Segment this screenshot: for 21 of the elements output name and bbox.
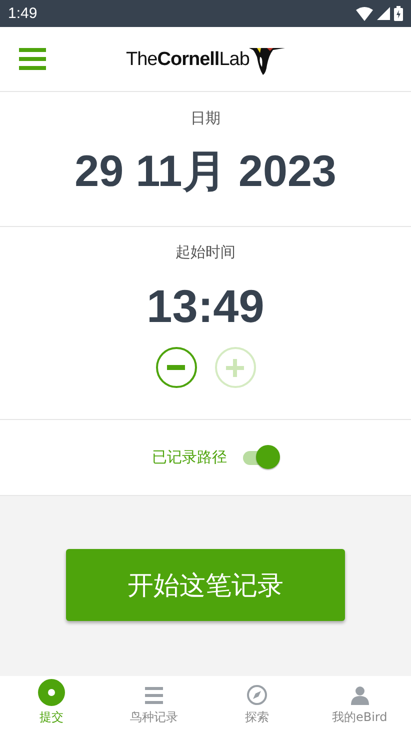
track-label: 已记录路径 <box>152 448 227 467</box>
status-time: 1:49 <box>8 5 38 22</box>
date-label: 日期 <box>190 109 220 128</box>
start-checklist-button[interactable]: 开始这笔记录 <box>66 549 345 621</box>
menu-icon[interactable] <box>19 48 46 70</box>
submit-icon <box>38 679 65 706</box>
battery-icon <box>394 6 403 21</box>
decrease-button[interactable] <box>156 347 196 388</box>
person-icon <box>348 684 371 706</box>
list-icon <box>143 684 166 706</box>
track-toggle[interactable] <box>241 444 281 470</box>
wifi-icon <box>356 6 373 20</box>
start-time-value[interactable]: 13:49 <box>146 279 264 333</box>
compass-icon <box>246 684 268 706</box>
signal-icon <box>377 7 390 20</box>
bird-logo-icon <box>249 47 286 75</box>
start-time-label: 起始时间 <box>176 243 236 262</box>
logo-text: TheCornellLab <box>126 49 250 71</box>
plus-icon <box>226 358 244 376</box>
minus-icon <box>167 365 185 370</box>
date-value[interactable]: 29 11月 2023 <box>74 142 336 201</box>
